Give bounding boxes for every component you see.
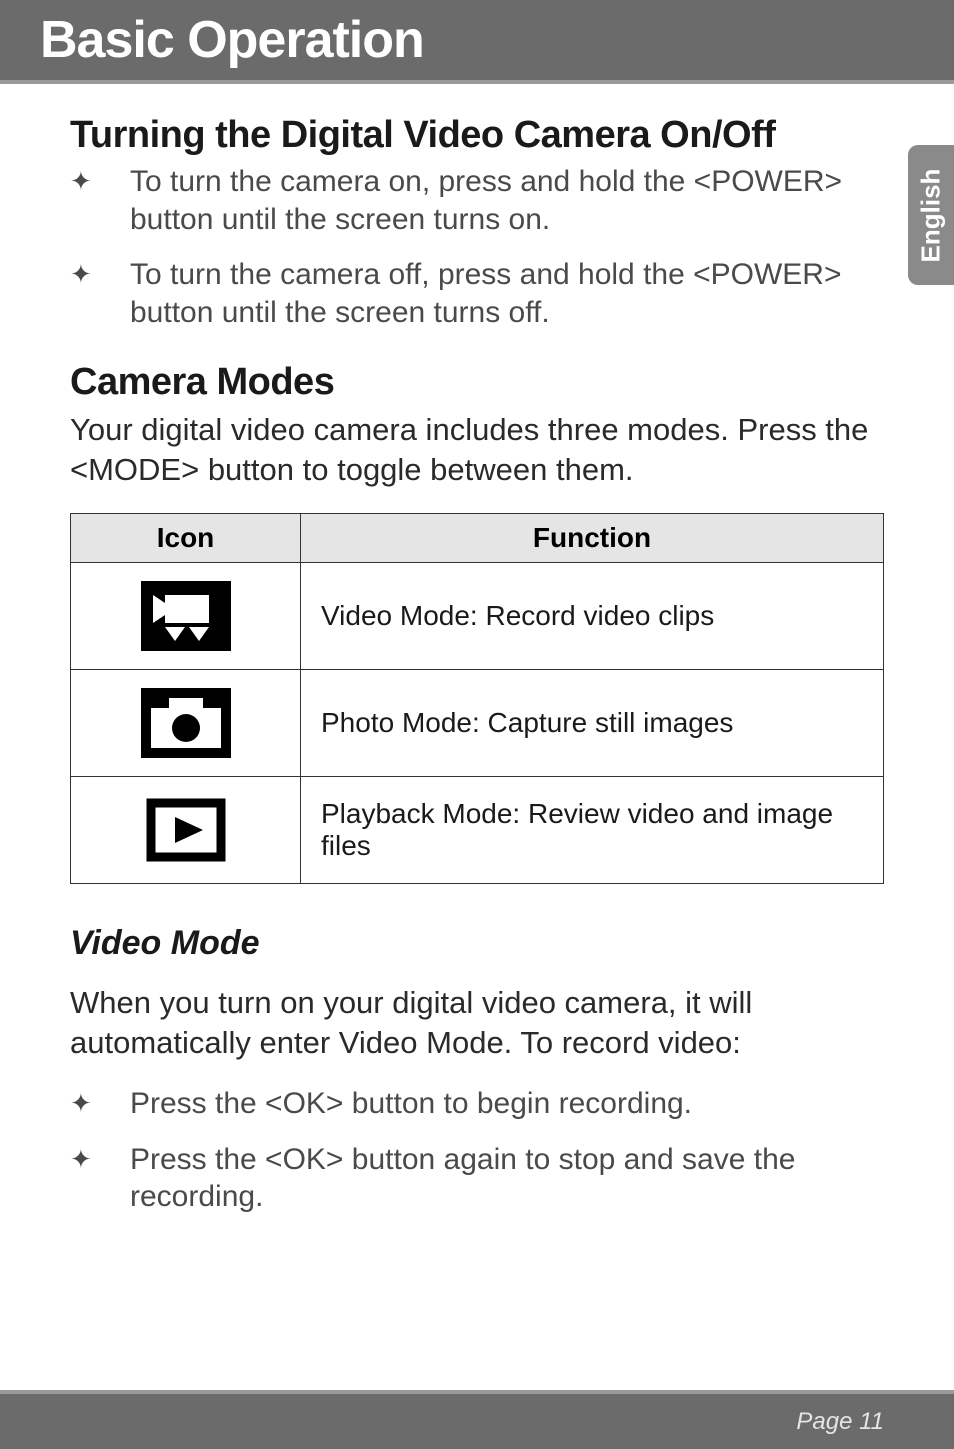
language-tab-label: English — [916, 168, 947, 262]
four-point-star-icon: ✦ — [70, 1141, 130, 1216]
modes-table: Icon Function Video Mode: Record video c — [70, 513, 884, 884]
header-band: Basic Operation — [0, 0, 954, 80]
table-header-icon: Icon — [71, 513, 301, 562]
power-bullet-list: ✦ To turn the camera on, press and hold … — [70, 163, 884, 331]
table-row: Photo Mode: Capture still images — [71, 669, 884, 776]
photo-camera-icon — [141, 688, 231, 758]
list-item: ✦ To turn the camera on, press and hold … — [70, 163, 884, 238]
table-row: Playback Mode: Review video and image fi… — [71, 776, 884, 883]
modes-intro: Your digital video camera includes three… — [70, 410, 884, 491]
bullet-text: To turn the camera off, press and hold t… — [130, 256, 884, 331]
language-tab: English — [908, 145, 954, 285]
table-row: Video Mode: Record video clips — [71, 562, 884, 669]
icon-cell — [71, 562, 301, 669]
list-item: ✦ To turn the camera off, press and hold… — [70, 256, 884, 331]
four-point-star-icon: ✦ — [70, 163, 130, 238]
function-cell: Photo Mode: Capture still images — [301, 669, 884, 776]
header-title: Basic Operation — [40, 10, 424, 70]
function-cell: Playback Mode: Review video and image fi… — [301, 776, 884, 883]
list-item: ✦ Press the <OK> button again to stop an… — [70, 1141, 884, 1216]
video-mode-bullet-list: ✦ Press the <OK> button to begin recordi… — [70, 1085, 884, 1216]
icon-cell — [71, 776, 301, 883]
video-camera-icon — [141, 581, 231, 651]
subsection-heading-video-mode: Video Mode — [70, 924, 884, 963]
bullet-text: To turn the camera on, press and hold th… — [130, 163, 884, 238]
bullet-text: Press the <OK> button to begin recording… — [130, 1085, 884, 1123]
list-item: ✦ Press the <OK> button to begin recordi… — [70, 1085, 884, 1123]
table-header-function: Function — [301, 513, 884, 562]
section-heading-modes: Camera Modes — [70, 361, 884, 404]
four-point-star-icon: ✦ — [70, 256, 130, 331]
function-cell: Video Mode: Record video clips — [301, 562, 884, 669]
footer-band: Page 11 — [0, 1394, 954, 1449]
page-number: Page 11 — [796, 1408, 884, 1436]
icon-cell — [71, 669, 301, 776]
video-mode-intro: When you turn on your digital video came… — [70, 983, 884, 1064]
bullet-text: Press the <OK> button again to stop and … — [130, 1141, 884, 1216]
four-point-star-icon: ✦ — [70, 1085, 130, 1123]
playback-icon — [141, 795, 231, 865]
section-heading-power: Turning the Digital Video Camera On/Off — [70, 114, 884, 157]
